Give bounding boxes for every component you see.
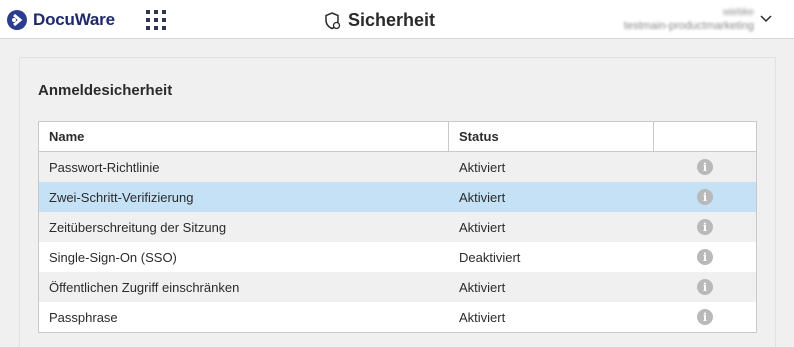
user-org: testmain-productmarketing <box>623 20 754 32</box>
column-header-name[interactable]: Name <box>39 122 449 151</box>
table-row[interactable]: Passphrase Aktiviert i <box>39 302 756 332</box>
info-icon[interactable]: i <box>697 309 713 325</box>
row-name: Zwei-Schritt-Verifizierung <box>49 189 194 205</box>
row-name: Zeitüberschreitung der Sitzung <box>49 219 227 235</box>
row-status: Aktiviert <box>459 219 506 235</box>
user-name: wiebke <box>722 7 754 18</box>
row-status: Aktiviert <box>459 189 506 205</box>
info-icon[interactable]: i <box>697 189 713 205</box>
table-row[interactable]: Zeitüberschreitung der Sitzung Aktiviert… <box>39 212 756 242</box>
page-title-text: Sicherheit <box>348 10 436 30</box>
info-icon[interactable]: i <box>697 279 713 295</box>
row-status: Aktiviert <box>459 309 506 325</box>
row-status: Aktiviert <box>459 279 506 295</box>
column-header-info <box>654 122 756 151</box>
table-row[interactable]: Single-Sign-On (SSO) Deaktiviert i <box>39 242 756 272</box>
column-header-status[interactable]: Status <box>449 122 654 151</box>
page-title: Sicherheit <box>325 10 435 31</box>
section-title: Anmeldesicherheit <box>38 82 173 99</box>
row-name: Öffentlichen Zugriff einschränken <box>49 279 240 295</box>
security-panel: Anmeldesicherheit Name Status Passwort-R… <box>19 57 776 347</box>
table-row[interactable]: Zwei-Schritt-Verifizierung Aktiviert i <box>39 182 756 212</box>
table-row[interactable]: Passwort-Richtlinie Aktiviert i <box>39 152 756 182</box>
login-security-table: Name Status Passwort-Richtlinie Aktivier… <box>38 121 757 333</box>
user-info[interactable]: wiebke testmain-productmarketing <box>624 7 754 32</box>
info-icon[interactable]: i <box>697 249 713 265</box>
top-bar: DocuWare Sicherheit wiebke testmain-prod… <box>0 0 794 39</box>
row-name: Passwort-Richtlinie <box>49 159 160 175</box>
row-status: Deaktiviert <box>459 249 521 265</box>
info-icon[interactable]: i <box>697 219 713 235</box>
row-status: Aktiviert <box>459 159 506 175</box>
row-name: Passphrase <box>49 309 118 325</box>
table-header: Name Status <box>39 122 756 152</box>
table-row[interactable]: Öffentlichen Zugriff einschränken Aktivi… <box>39 272 756 302</box>
docuware-logo-icon <box>7 10 27 30</box>
info-icon[interactable]: i <box>697 159 713 175</box>
apps-grid-icon[interactable] <box>146 10 166 30</box>
docuware-logo[interactable]: DocuWare <box>7 10 115 30</box>
chevron-down-icon[interactable] <box>760 15 772 23</box>
row-name: Single-Sign-On (SSO) <box>49 249 177 265</box>
app-name: DocuWare <box>33 10 115 29</box>
security-shield-icon <box>325 11 341 29</box>
